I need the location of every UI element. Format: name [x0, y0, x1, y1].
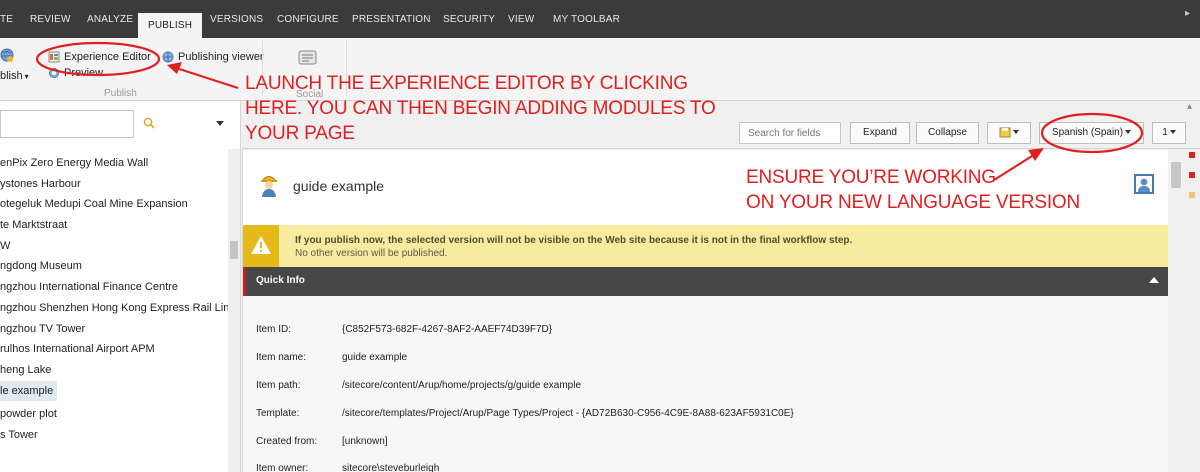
warning-icon	[251, 236, 271, 254]
publish-dropdown-label[interactable]: blish ▾	[0, 70, 29, 82]
chevron-down-icon: ▾	[24, 71, 29, 81]
tree-item[interactable]: ngzhou TV Tower	[0, 319, 228, 340]
tab-versions[interactable]: VERSIONS	[210, 14, 263, 25]
item-title: guide example	[293, 178, 385, 194]
tree-item[interactable]: W	[0, 236, 228, 257]
annotation-ensure-line-1: ENSURE YOU’RE WORKING	[746, 167, 996, 188]
quick-info-title: Quick Info	[256, 275, 305, 286]
validation-markers	[1185, 150, 1200, 472]
quick-info-value: {C852F573-682F-4267-8AF2-AAEF74D39F7D}	[342, 324, 553, 335]
expand-button[interactable]: Expand	[850, 122, 910, 144]
warning-text-primary: If you publish now, the selected version…	[295, 235, 853, 246]
tree-item[interactable]: ngdong Museum	[0, 256, 228, 277]
quick-info-value: guide example	[342, 352, 408, 363]
annotation-ensure-line-2: ON YOUR NEW LANGUAGE VERSION	[746, 192, 1080, 213]
tree-item[interactable]: ngzhou Shenzhen Hong Kong Express Rail L…	[0, 298, 228, 319]
tab-analyze[interactable]: ANALYZE	[87, 14, 133, 25]
experience-editor-label: Experience Editor	[64, 51, 151, 63]
quick-info-value: sitecore\steveburleigh	[342, 463, 440, 472]
publishing-viewer-icon	[162, 51, 174, 63]
tree-item[interactable]: ngzhou International Finance Centre	[0, 277, 228, 298]
save-icon	[999, 127, 1011, 138]
version-label: 1	[1162, 127, 1168, 138]
collapse-button[interactable]: Collapse	[916, 122, 979, 144]
tab-te[interactable]: TE	[0, 14, 13, 25]
chevron-down-icon	[1125, 130, 1132, 135]
tab-view[interactable]: VIEW	[508, 14, 534, 25]
save-dropdown-button[interactable]	[987, 122, 1031, 144]
language-label: Spanish (Spain)	[1051, 127, 1124, 138]
warning-text-secondary: No other version will be published.	[295, 248, 448, 259]
scrollbar-thumb[interactable]	[230, 241, 238, 259]
tree-item[interactable]: heng Lake	[0, 360, 228, 381]
annotation-launch-line-3: YOUR PAGE	[245, 123, 355, 144]
scrollbar-thumb[interactable]	[1171, 162, 1181, 188]
tab-my-toolbar[interactable]: MY TOOLBAR	[553, 14, 620, 25]
preview-button[interactable]: Preview	[48, 67, 103, 79]
menu-overflow-icon[interactable]: ▸	[1185, 8, 1190, 19]
quick-info-key: Created from:	[256, 436, 318, 447]
quick-info-key: Item path:	[256, 380, 301, 391]
quick-info-value: [unknown]	[342, 436, 388, 447]
worker-icon	[260, 176, 278, 197]
language-dropdown[interactable]: Spanish (Spain)	[1039, 122, 1144, 144]
quick-info-key: Template:	[256, 408, 300, 419]
content-scrollbar[interactable]	[1168, 150, 1184, 472]
preview-icon	[49, 68, 59, 78]
annotation-launch-line-2: HERE. YOU CAN THEN BEGIN ADDING MODULES …	[245, 98, 716, 119]
chevron-up-icon[interactable]: ▴	[1187, 101, 1192, 112]
warning-icon-box	[243, 225, 279, 267]
tree-item-selected[interactable]: le example	[0, 380, 58, 402]
tree-item[interactable]: ystones Harbour	[0, 174, 228, 195]
experience-editor-button[interactable]: Experience Editor	[48, 51, 151, 63]
tree-item[interactable]: s Tower	[0, 425, 228, 446]
search-fields-input[interactable]	[739, 122, 841, 144]
quick-info-value: /sitecore/templates/Project/Arup/Page Ty…	[342, 408, 794, 419]
tree-item[interactable]: te Marktstraat	[0, 215, 228, 236]
chevron-down-icon[interactable]	[216, 121, 224, 126]
tab-configure[interactable]: CONFIGURE	[277, 14, 339, 25]
quick-info-key: Item owner:	[256, 463, 309, 472]
chevron-down-icon	[1169, 130, 1176, 135]
search-icon[interactable]	[143, 117, 155, 129]
tree-item[interactable]: powder plot	[0, 404, 228, 425]
tree-item[interactable]: otegeluk Medupi Coal Mine Expansion	[0, 194, 228, 215]
validation-error-marker[interactable]	[1189, 152, 1195, 158]
tree-scrollbar[interactable]	[228, 149, 240, 472]
tree-search-input[interactable]	[0, 110, 134, 138]
quick-info-header[interactable]: Quick Info	[243, 267, 1169, 296]
validation-error-marker[interactable]	[1189, 172, 1195, 178]
avatar[interactable]	[1134, 174, 1154, 194]
tab-publish[interactable]: PUBLISH	[138, 13, 203, 38]
social-icon	[298, 50, 317, 65]
ribbon-group-publish-label: Publish	[104, 88, 137, 99]
quick-info-key: Item name:	[256, 352, 307, 363]
social-button[interactable]	[298, 49, 318, 67]
publishing-viewer-label: Publishing viewer	[178, 51, 264, 63]
quick-info-key: Item ID:	[256, 324, 292, 335]
content-tree: enPix Zero Energy Media Wall ystones Har…	[0, 153, 228, 446]
publish-globe-icon	[0, 48, 14, 62]
quick-info-value: /sitecore/content/Arup/home/projects/g/g…	[342, 380, 582, 391]
version-dropdown[interactable]: 1	[1152, 122, 1186, 144]
publishing-viewer-button[interactable]: Publishing viewer	[162, 51, 264, 63]
quick-info-body: Item ID: {C852F573-682F-4267-8AF2-AAEF74D…	[243, 296, 1169, 472]
preview-label: Preview	[64, 67, 104, 79]
top-menu-bar: TE REVIEW ANALYZE PUBLISH VERSIONS CONFI…	[0, 0, 1200, 38]
chevron-up-icon[interactable]	[1149, 277, 1159, 283]
workflow-warning: If you publish now, the selected version…	[243, 225, 1169, 267]
tab-presentation[interactable]: PRESENTATION	[352, 14, 431, 25]
publish-label: blish	[0, 70, 23, 82]
user-icon	[1138, 178, 1150, 192]
annotation-launch-line-1: LAUNCH THE EXPERIENCE EDITOR BY CLICKING	[245, 73, 688, 94]
tab-security[interactable]: SECURITY	[443, 14, 495, 25]
experience-editor-icon	[48, 51, 60, 63]
tab-review[interactable]: REVIEW	[30, 14, 71, 25]
content-tree-panel: enPix Zero Energy Media Wall ystones Har…	[0, 101, 241, 472]
tree-item[interactable]: enPix Zero Energy Media Wall	[0, 153, 228, 174]
tree-item[interactable]: rulhos International Airport APM	[0, 339, 228, 360]
chevron-down-icon	[1013, 130, 1019, 135]
publish-button[interactable]	[0, 48, 14, 64]
validation-warning-marker[interactable]	[1189, 192, 1195, 198]
